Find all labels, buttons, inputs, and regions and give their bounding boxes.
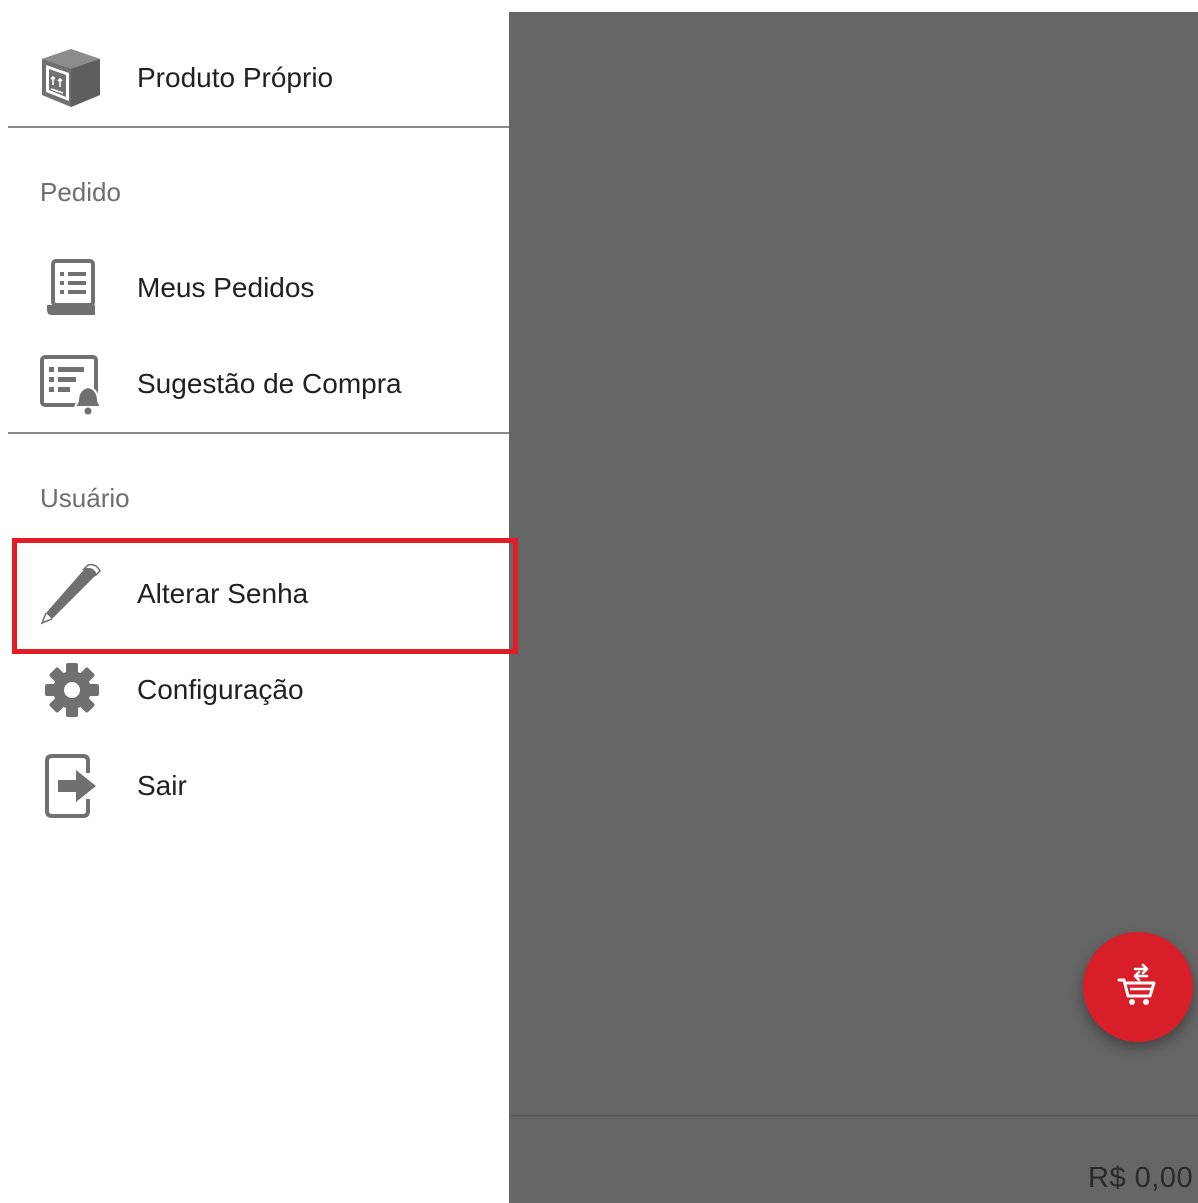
menu-item-label: Sair <box>137 770 187 801</box>
menu-item-label: Alterar Senha <box>137 578 309 609</box>
section-header-pedido: Pedido <box>40 177 121 207</box>
section-header-usuario: Usuário <box>40 483 130 513</box>
menu-item-alterar-senha[interactable]: Alterar Senha <box>0 546 509 642</box>
order-list-icon <box>38 255 104 321</box>
menu-item-label: Meus Pedidos <box>137 272 315 303</box>
menu-item-configuracao[interactable]: Configuração <box>0 642 509 738</box>
bottom-bar-divider <box>509 1115 1198 1116</box>
menu-item-label: Produto Próprio <box>137 62 334 93</box>
status-strip <box>509 0 1198 12</box>
order-total: R$ 0,00 <box>1088 1162 1194 1194</box>
purchase-suggestion-icon <box>38 351 104 417</box>
menu-item-label: Sugestão de Compra <box>137 368 402 399</box>
menu-item-sair[interactable]: Sair <box>0 738 509 834</box>
pencil-icon <box>38 561 104 627</box>
menu-item-produto-proprio[interactable]: Produto Próprio <box>0 30 509 126</box>
menu-item-meus-pedidos[interactable]: Meus Pedidos <box>0 240 509 336</box>
main-content-overlay[interactable] <box>509 12 1198 1203</box>
section-divider <box>8 432 509 434</box>
cart-transfer-icon <box>1115 962 1161 1013</box>
menu-item-sugestao-de-compra[interactable]: Sugestão de Compra <box>0 336 509 432</box>
exit-icon <box>38 753 104 819</box>
section-divider <box>8 126 509 128</box>
app-screen: R$ 0,00 Produto Próprio Pedido Meus Pedi… <box>0 0 1198 1203</box>
gear-icon <box>38 657 104 723</box>
navigation-drawer: Produto Próprio Pedido Meus Pedidos Suge… <box>0 0 518 1203</box>
cart-fab-button[interactable] <box>1083 932 1193 1042</box>
box-icon <box>38 45 104 111</box>
menu-item-label: Configuração <box>137 674 304 705</box>
